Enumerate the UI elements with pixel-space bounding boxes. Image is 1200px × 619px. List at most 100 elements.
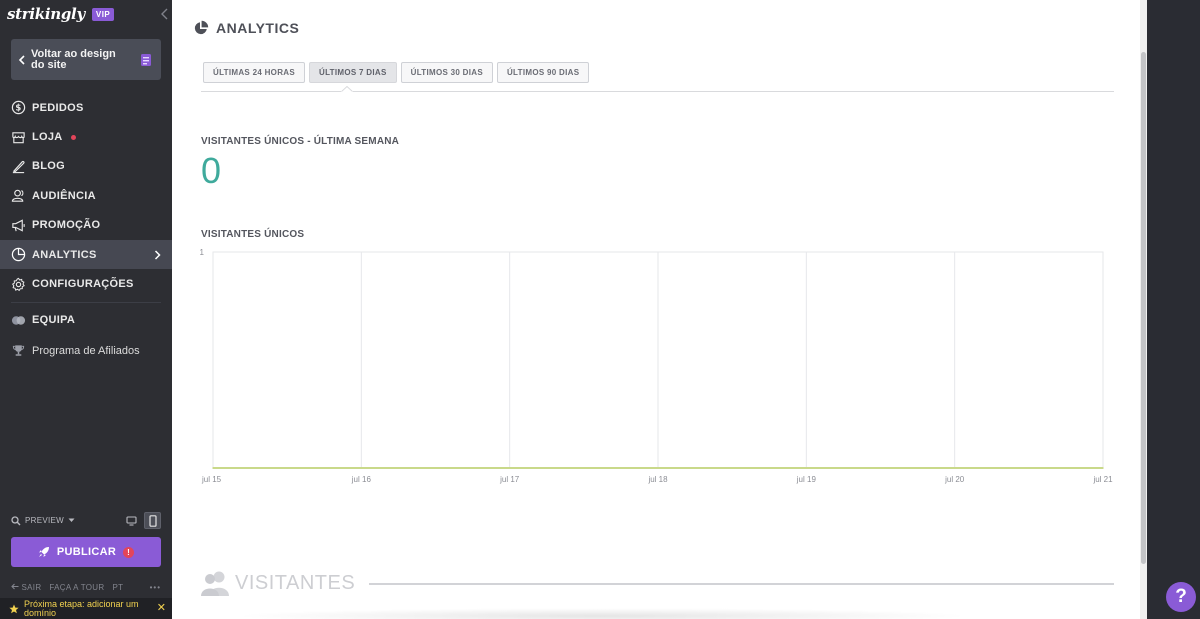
- chart-data-point: [212, 467, 214, 469]
- exit-link[interactable]: SAIR: [11, 583, 41, 592]
- tour-link[interactable]: FAÇA A TOUR: [49, 583, 104, 592]
- mobile-view-button[interactable]: [144, 512, 161, 529]
- megaphone-icon: [12, 219, 25, 232]
- chevron-right-icon: [154, 250, 161, 260]
- unique-visitors-chart-label: VISITANTES ÚNICOS: [201, 229, 305, 240]
- preview-dropdown[interactable]: PREVIEW: [25, 516, 64, 525]
- nav-divider: [11, 301, 161, 303]
- alert-icon: !: [123, 546, 135, 558]
- visitors-section-header: VISITANTES: [201, 570, 1114, 596]
- chart-data-point: [360, 467, 363, 469]
- pie-chart-icon: [11, 247, 26, 262]
- chart-x-tick-label: jul 20: [944, 475, 965, 484]
- chart-x-tick-label: jul 18: [647, 475, 668, 484]
- sidebar-item-loja[interactable]: LOJA: [0, 122, 172, 151]
- sidebar-item-label: LOJA: [32, 131, 63, 144]
- sidebar-item-label: PROMOÇÃO: [32, 219, 101, 232]
- chart-data-point: [805, 467, 808, 469]
- chart-data-point: [953, 467, 956, 469]
- active-tab-pointer: [341, 86, 353, 93]
- gear-icon: [11, 277, 25, 291]
- sidebar-item-label: PEDIDOS: [32, 101, 84, 114]
- users-icon: [11, 190, 24, 203]
- page-title-text: ANALYTICS: [216, 20, 300, 36]
- unique-visitors-chart: 1 jul 15 jul 16 jul 17 jul 18 jul 19 jul 20 jul…: [200, 248, 1114, 484]
- tab-last-7-days[interactable]: ÚLTIMOS 7 DIAS: [309, 62, 397, 83]
- chart-x-tick-label: jul 21: [1092, 475, 1113, 484]
- notification-dot: [70, 134, 76, 140]
- chart-x-tick-label: jul 16: [351, 475, 372, 484]
- publish-button[interactable]: PUBLICAR !: [11, 537, 161, 567]
- main-content: ANALYTICS ÚLTIMAS 24 HORAS ÚLTIMOS 7 DIA…: [172, 0, 1147, 619]
- next-step-text: Próxima etapa: adicionar um domínio: [24, 598, 139, 618]
- chart-data-point: [657, 467, 659, 469]
- sidebar-item-analytics[interactable]: ANALYTICS: [0, 239, 172, 270]
- sidebar-footer: SAIR FAÇA A TOUR PT •••: [11, 583, 161, 592]
- strikingly-logo: strikingly: [7, 5, 85, 23]
- chart-data-point: [1102, 467, 1104, 469]
- sidebar-item-pedidos[interactable]: $ PEDIDOS: [0, 93, 172, 122]
- sidebar-item-configuracoes[interactable]: CONFIGURAÇÕES: [0, 269, 172, 298]
- team-icon: [11, 316, 26, 325]
- sidebar: strikingly VIP Voltar ao design do site …: [0, 0, 172, 619]
- vip-badge: VIP: [91, 7, 115, 21]
- sidebar-item-promocao[interactable]: PROMOÇÃO: [0, 211, 172, 240]
- tab-last-30-days[interactable]: ÚLTIMOS 30 DIAS: [400, 62, 493, 83]
- desktop-icon: [126, 515, 137, 526]
- tab-last-90-days[interactable]: ÚLTIMOS 90 DIAS: [496, 62, 590, 83]
- tab-last-24-hours[interactable]: ÚLTIMAS 24 HORAS: [203, 62, 305, 83]
- sidebar-item-label: BLOG: [32, 160, 65, 173]
- desktop-view-button[interactable]: [123, 512, 140, 529]
- chart-x-tick-label: jul 19: [796, 475, 817, 484]
- arrow-left-icon: [11, 583, 19, 590]
- chevron-left-icon: [18, 54, 25, 65]
- exit-label: SAIR: [21, 583, 42, 592]
- brand: strikingly VIP: [7, 4, 115, 24]
- unique-visitors-week-label: VISITANTES ÚNICOS - ÚLTIMA SEMANA: [201, 136, 400, 147]
- more-options-button[interactable]: •••: [150, 583, 161, 592]
- language-selector[interactable]: PT: [112, 583, 123, 592]
- trophy-icon: [12, 345, 25, 357]
- caret-down-icon: [68, 518, 75, 522]
- dollar-circle-icon: $: [11, 100, 26, 115]
- back-to-site-design-button[interactable]: Voltar ao design do site: [11, 39, 161, 80]
- next-step-banner[interactable]: Próxima etapa: adicionar um domínio ✕: [0, 598, 172, 619]
- site-page-icon: [141, 53, 151, 66]
- chart-x-tick-label: jul 15: [201, 475, 222, 484]
- svg-text:$: $: [15, 103, 21, 113]
- users-icon: [201, 571, 229, 596]
- collapse-sidebar-icon[interactable]: [160, 8, 170, 20]
- unique-visitors-week-value: 0: [201, 150, 222, 191]
- preview-row: PREVIEW: [11, 512, 161, 529]
- sidebar-item-label: AUDIÊNCIA: [32, 189, 96, 202]
- sidebar-item-blog[interactable]: BLOG: [0, 152, 172, 181]
- rocket-icon: [38, 547, 49, 557]
- pie-chart-icon: [194, 20, 209, 35]
- mobile-icon: [148, 514, 157, 527]
- sidebar-item-label: Programa de Afiliados: [32, 344, 140, 357]
- scrollbar-thumb[interactable]: [1141, 52, 1146, 564]
- store-icon: [12, 131, 25, 143]
- sidebar-item-afiliados[interactable]: Programa de Afiliados: [0, 336, 172, 365]
- sidebar-nav: $ PEDIDOS LOJA BLOG AUDIÊNCIA PROMOÇÃO A…: [0, 93, 172, 366]
- visitors-section-rule: [369, 583, 1114, 585]
- chart-y-tick-label: 1: [200, 248, 205, 257]
- visitors-section-title: VISITANTES: [235, 571, 356, 594]
- publish-label: PUBLICAR: [56, 546, 117, 558]
- chart-x-tick-label: jul 17: [499, 475, 520, 484]
- time-range-tabs: ÚLTIMAS 24 HORAS ÚLTIMOS 7 DIAS ÚLTIMOS …: [203, 62, 590, 83]
- sidebar-item-label: EQUIPA: [32, 314, 76, 327]
- sidebar-item-label: CONFIGURAÇÕES: [32, 278, 134, 291]
- search-icon: [11, 515, 21, 525]
- star-icon: [9, 604, 19, 613]
- pen-icon: [12, 160, 25, 174]
- close-icon[interactable]: ✕: [157, 603, 166, 614]
- device-toggle: [123, 512, 161, 529]
- sidebar-item-audiencia[interactable]: AUDIÊNCIA: [0, 181, 172, 210]
- chart-data-point: [508, 467, 511, 469]
- card-shadow: [232, 608, 972, 619]
- back-to-site-design-label: Voltar ao design do site: [31, 47, 116, 71]
- help-button[interactable]: ?: [1166, 582, 1196, 612]
- sidebar-item-equipa[interactable]: EQUIPA: [0, 306, 172, 335]
- tabs-divider: [201, 91, 1114, 92]
